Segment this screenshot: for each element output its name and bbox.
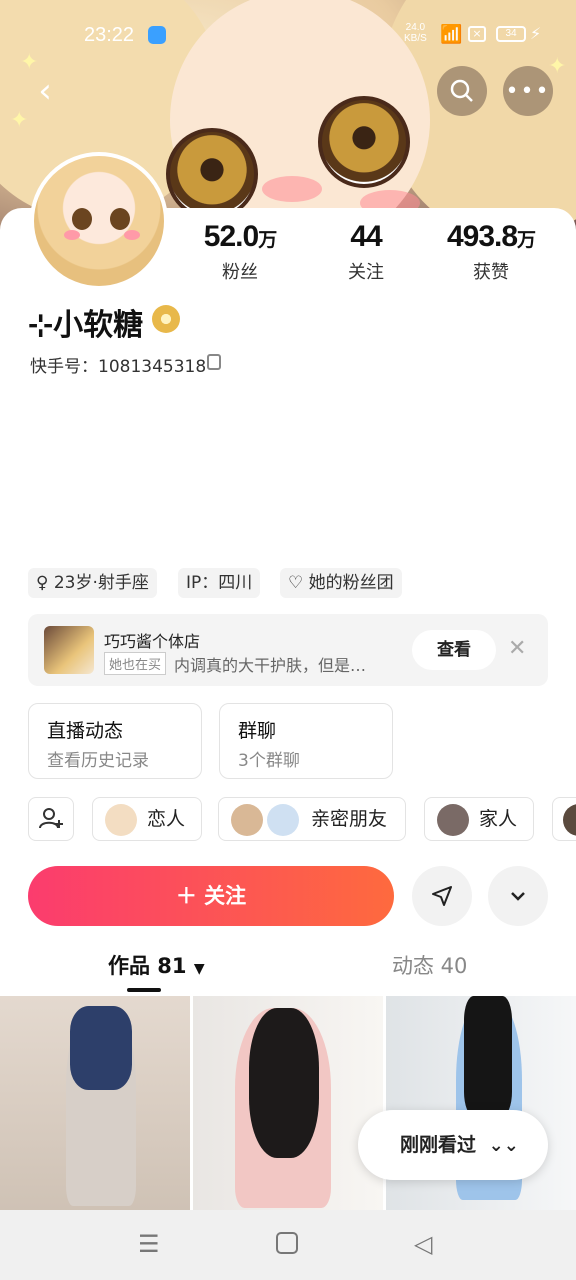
- send-icon: [432, 886, 452, 906]
- sparkle-icon: ✦: [548, 54, 567, 79]
- chip-lover[interactable]: 恋人: [92, 797, 202, 841]
- app-notification-icon: [148, 26, 166, 44]
- search-button[interactable]: [437, 66, 487, 116]
- avatar-art: [124, 230, 140, 240]
- work-thumbnail[interactable]: [193, 996, 383, 1210]
- fan-club-label: 她的粉丝团: [308, 573, 394, 593]
- sparkle-icon: ✦: [10, 108, 29, 133]
- heart-icon: ♡: [288, 573, 304, 593]
- avatar: [231, 804, 263, 836]
- wifi-icon: 📶: [440, 24, 463, 45]
- network-speed: 24.0 KB/S: [404, 22, 427, 44]
- status-time: 23:22: [84, 24, 135, 46]
- card-title: 直播动态: [47, 720, 124, 742]
- tab-moments[interactable]: 动态 40: [392, 950, 467, 980]
- back-button[interactable]: ‹: [20, 66, 70, 116]
- stat-likes[interactable]: 493.8万 获赞: [431, 220, 551, 284]
- network-speed-unit: KB/S: [404, 33, 427, 44]
- work-thumbnail[interactable]: [0, 996, 190, 1210]
- stat-following[interactable]: 44 关注: [306, 220, 426, 284]
- stat-value: 44: [350, 220, 382, 253]
- stat-fans[interactable]: 52.0万 粉丝: [180, 220, 300, 284]
- live-history-card[interactable]: 直播动态 查看历史记录: [28, 703, 202, 779]
- follow-button[interactable]: ＋ 关注: [28, 866, 394, 926]
- just-viewed-button[interactable]: 刚刚看过 ⌄⌄: [358, 1110, 548, 1180]
- avatar-art: [110, 208, 130, 230]
- expand-button[interactable]: [488, 866, 548, 926]
- stat-label: 粉丝: [222, 262, 258, 283]
- chip-more[interactable]: [552, 797, 576, 841]
- avatar-art: [72, 208, 92, 230]
- thumbnail-figure: [249, 1008, 319, 1158]
- profile-nickname: ⊹小软糖: [28, 308, 144, 343]
- shop-sub-tag: 她也在买: [104, 652, 167, 675]
- chip-label: 亲密朋友: [311, 808, 388, 830]
- more-dots-icon: •••: [505, 78, 551, 104]
- menu-icon[interactable]: ☰: [138, 1230, 160, 1258]
- tab-label: 作品 81: [108, 954, 187, 978]
- network-speed-value: 24.0: [405, 22, 426, 33]
- avatar-art: [64, 230, 80, 240]
- status-bar: 23:22 24.0 KB/S 📶 × 34 ⚡: [0, 18, 576, 54]
- just-viewed-label: 刚刚看过: [400, 1134, 477, 1156]
- thumbnail-figure: [464, 996, 512, 1116]
- tag-fan-club[interactable]: ♡ 她的粉丝团: [280, 568, 402, 598]
- banner-art-blush: [262, 176, 322, 202]
- shop-name: 巧巧酱个体店: [104, 632, 201, 651]
- battery-icon: 34: [496, 26, 526, 42]
- add-user-icon: [39, 808, 63, 829]
- more-button[interactable]: •••: [503, 66, 553, 116]
- avatar: [267, 804, 299, 836]
- search-icon: [450, 79, 473, 102]
- tab-indicator: [127, 988, 161, 992]
- shop-description: 内调真的大干护肤，但是…: [174, 656, 367, 675]
- charging-icon: ⚡: [530, 24, 542, 43]
- banner-art-eye: [166, 128, 258, 220]
- shop-banner[interactable]: 巧巧酱个体店 她也在买 内调真的大干护肤，但是… 查看 ✕: [28, 614, 548, 686]
- caret-down-icon: ▼: [193, 961, 205, 977]
- home-icon[interactable]: [276, 1232, 298, 1254]
- stat-value: 493.8万: [446, 220, 536, 253]
- stat-label: 关注: [348, 262, 384, 283]
- card-subtitle: 3个群聊: [238, 751, 300, 771]
- banner-art-eye: [318, 96, 410, 188]
- chevron-down-icon: [511, 892, 525, 901]
- chip-label: 恋人: [147, 808, 186, 830]
- avatar: [105, 804, 137, 836]
- add-relation-button[interactable]: [28, 797, 74, 841]
- group-chat-card[interactable]: 群聊 3个群聊: [219, 703, 393, 779]
- sim-icon: ×: [468, 26, 486, 42]
- system-nav-bar: ☰ ◁: [0, 1210, 576, 1280]
- shop-view-button[interactable]: 查看: [412, 630, 496, 670]
- stat-value: 52.0万: [203, 220, 277, 253]
- chip-label: 家人: [479, 808, 518, 830]
- close-icon[interactable]: ✕: [508, 636, 526, 661]
- double-chevron-down-icon: ⌄⌄: [488, 1135, 519, 1156]
- card-subtitle: 查看历史记录: [47, 751, 149, 771]
- share-button[interactable]: [412, 866, 472, 926]
- stat-label: 获赞: [473, 262, 509, 283]
- copy-icon[interactable]: [207, 354, 221, 370]
- avatar: [437, 804, 469, 836]
- tab-works[interactable]: 作品 81 ▼: [108, 950, 205, 980]
- thumbnail-figure: [70, 1006, 132, 1090]
- chip-close-friends[interactable]: 亲密朋友: [218, 797, 406, 841]
- level-badge-icon[interactable]: [152, 305, 180, 333]
- chevron-left-icon: ‹: [38, 71, 52, 111]
- avatar: [563, 804, 576, 836]
- chip-family[interactable]: 家人: [424, 797, 534, 841]
- tag-ip: IP：四川: [178, 568, 261, 598]
- back-triangle-icon[interactable]: ◁: [414, 1230, 432, 1258]
- shop-thumbnail: [44, 626, 94, 674]
- kuaishou-id: 快手号：1081345318: [30, 357, 207, 377]
- card-title: 群聊: [238, 720, 277, 742]
- tag-age-zodiac[interactable]: ♀ 23岁·射手座: [28, 568, 157, 598]
- avatar[interactable]: [30, 152, 168, 290]
